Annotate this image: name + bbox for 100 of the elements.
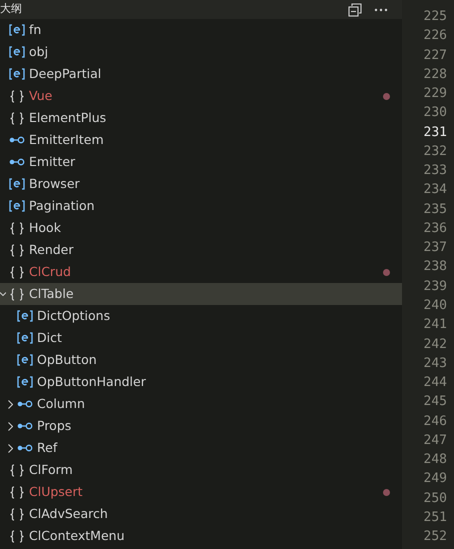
line-number: 237 [424, 239, 447, 258]
outline-item[interactable]: Dict [0, 327, 402, 349]
variable-icon [17, 332, 33, 344]
interface-icon [9, 157, 25, 167]
symbol-name: Dict [37, 328, 62, 347]
line-number: 227 [424, 46, 447, 65]
line-number: 245 [424, 393, 447, 412]
line-number: 249 [424, 470, 447, 488]
variable-icon [9, 24, 25, 36]
outline-item[interactable]: Column [0, 393, 402, 415]
chevron-right-icon[interactable] [8, 444, 13, 452]
line-number: 230 [424, 104, 447, 122]
more-icon[interactable] [374, 8, 388, 12]
outline-item[interactable]: fn [0, 19, 402, 41]
line-number: 236 [424, 220, 447, 238]
outline-item[interactable]: ElementPlus [0, 107, 402, 129]
symbol-name: ClTable [29, 284, 74, 303]
chevron-right-icon[interactable] [8, 422, 13, 430]
line-number: 248 [424, 451, 447, 470]
outline-item[interactable]: Ref [0, 437, 402, 459]
line-number: 234 [424, 181, 447, 200]
symbol-name: OpButtonHandler [37, 372, 146, 391]
symbol-name: Column [37, 394, 85, 413]
panel-title: 大纲 [0, 1, 22, 18]
outline-item[interactable]: Pagination [0, 195, 402, 217]
symbol-name: ClAdvSearch [29, 504, 108, 523]
symbol-name: fn [29, 20, 42, 39]
symbol-name: ClCrud [29, 262, 71, 281]
interface-icon [17, 443, 33, 453]
chevron-down-icon[interactable] [0, 292, 6, 296]
line-number: 242 [424, 336, 447, 354]
symbol-name: DictOptions [37, 306, 110, 325]
line-number: 229 [424, 85, 447, 104]
braces-icon [9, 90, 25, 102]
interface-icon [17, 399, 33, 409]
line-number: 240 [424, 296, 447, 315]
outline-item[interactable]: obj [0, 41, 402, 63]
line-number: 241 [424, 316, 447, 334]
line-number: 238 [424, 258, 447, 276]
line-number: 226 [424, 27, 447, 46]
interface-icon [9, 135, 25, 145]
outline-item[interactable]: Props [0, 415, 402, 437]
outline-item[interactable]: Browser [0, 173, 402, 195]
line-number: 250 [424, 490, 447, 508]
outline-item[interactable]: ClTable [0, 283, 402, 305]
outline-item[interactable]: Vue [0, 85, 402, 107]
line-number: 239 [424, 278, 447, 296]
variable-icon [9, 178, 25, 190]
outline-item[interactable]: OpButton [0, 349, 402, 371]
line-number: 225 [424, 8, 447, 26]
symbol-name: Emitter [29, 152, 76, 171]
outline-item[interactable]: Emitter [0, 151, 402, 173]
symbol-name: OpButton [37, 350, 97, 369]
outline-item[interactable]: ClForm [0, 459, 402, 481]
braces-icon [9, 464, 25, 476]
symbol-name: obj [29, 42, 48, 61]
symbol-name: Hook [29, 218, 61, 237]
symbol-name: ClForm [29, 460, 73, 479]
symbol-name: Props [37, 416, 72, 435]
variable-icon [17, 376, 33, 388]
symbol-name: ClContextMenu [29, 526, 124, 545]
outline-item[interactable]: Hook [0, 217, 402, 239]
outline-item[interactable]: ClCrud [0, 261, 402, 283]
braces-icon [9, 112, 25, 124]
line-number: 244 [424, 374, 447, 392]
outline-item[interactable]: DeepPartial [0, 63, 402, 85]
braces-icon [9, 266, 25, 278]
braces-icon [9, 222, 25, 234]
symbol-name: DeepPartial [29, 64, 102, 83]
braces-icon [9, 530, 25, 542]
symbol-name: ClUpsert [29, 482, 83, 501]
outline-item[interactable]: ClUpsert [0, 481, 402, 503]
outline-item[interactable]: DictOptions [0, 305, 402, 327]
chevron-right-icon[interactable] [8, 400, 13, 408]
symbol-name: Vue [29, 86, 52, 105]
braces-icon [9, 486, 25, 498]
outline-item[interactable]: Render [0, 239, 402, 261]
braces-icon [9, 288, 25, 300]
variable-icon [9, 200, 25, 212]
outline-item[interactable]: OpButtonHandler [0, 371, 402, 393]
line-number: 231 [424, 124, 447, 142]
outline-item[interactable]: ClContextMenu [0, 525, 402, 547]
symbol-name: Browser [29, 174, 80, 193]
collapse-all-icon[interactable] [348, 2, 362, 16]
outline-item[interactable]: EmitterItem [0, 129, 402, 151]
line-number: 247 [424, 432, 447, 450]
symbol-name: Render [29, 240, 74, 259]
variable-icon [17, 310, 33, 322]
symbol-name: Ref [37, 438, 58, 457]
line-number: 233 [424, 162, 447, 180]
line-number: 243 [424, 354, 447, 373]
symbol-name: ElementPlus [29, 108, 106, 127]
variable-icon [9, 68, 25, 80]
variable-icon [9, 46, 25, 58]
outline-item[interactable]: ClAdvSearch [0, 503, 402, 525]
symbol-name: Pagination [29, 196, 95, 215]
line-number: 246 [424, 412, 447, 431]
interface-icon [17, 421, 33, 431]
variable-icon [17, 354, 33, 366]
line-number: 251 [424, 508, 447, 527]
